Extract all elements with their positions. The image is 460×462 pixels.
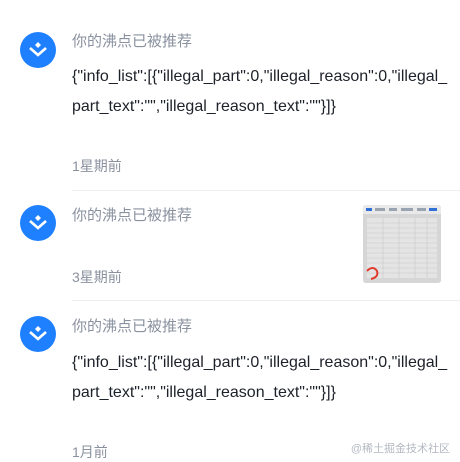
divider	[72, 300, 460, 301]
notification-time: 1月前	[72, 444, 108, 460]
post-thumbnail[interactable]	[363, 205, 441, 283]
divider	[72, 190, 460, 191]
notification-content: {"info_list":[{"illegal_part":0,"illegal…	[72, 68, 448, 115]
juejin-logo-icon[interactable]	[20, 316, 56, 352]
watermark: @稀土掘金技术社区	[350, 443, 450, 455]
notification-time: 3星期前	[72, 269, 122, 285]
notification-title: 你的沸点已被推荐	[72, 33, 193, 50]
notification-title: 你的沸点已被推荐	[72, 318, 193, 335]
juejin-logo-icon[interactable]	[20, 205, 56, 241]
notification-content: {"info_list":[{"illegal_part":0,"illegal…	[72, 354, 448, 401]
notification-time: 1星期前	[72, 158, 122, 174]
juejin-logo-icon[interactable]	[20, 32, 56, 68]
notification-title: 你的沸点已被推荐	[72, 207, 193, 224]
